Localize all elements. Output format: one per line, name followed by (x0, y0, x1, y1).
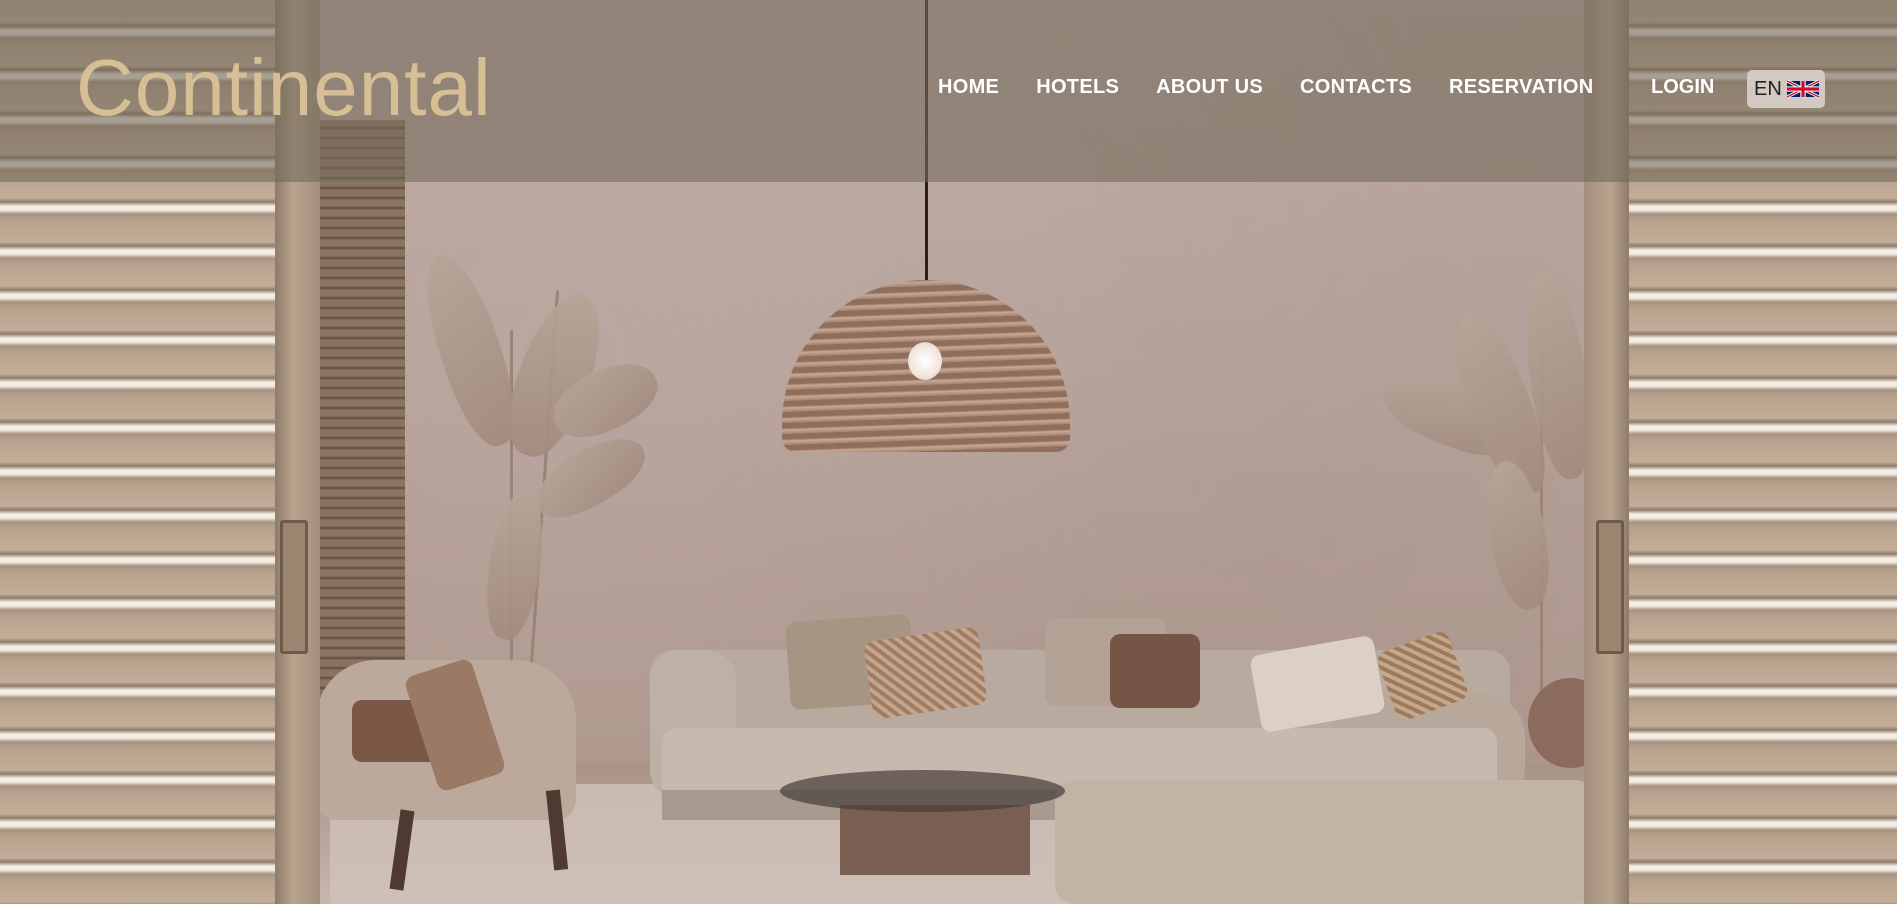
light-bulb (908, 342, 942, 380)
nav-item-reservation[interactable]: RESERVATION (1449, 76, 1593, 99)
uk-flag-icon (1786, 79, 1819, 99)
shutter-handle (1596, 520, 1624, 654)
header-bar: Continental HOME HOTELS ABOUT US CONTACT… (0, 0, 1897, 182)
nav-item-home[interactable]: HOME (938, 76, 999, 99)
coffee-table-base (840, 805, 1030, 875)
nav-item-about-us[interactable]: ABOUT US (1156, 76, 1263, 99)
login-link[interactable]: LOGIN (1651, 76, 1714, 99)
logo[interactable]: Continental (76, 48, 492, 128)
language-selector[interactable]: EN (1747, 70, 1825, 108)
sofa-pillow-houndstooth (863, 626, 988, 720)
background-shutter (315, 120, 405, 700)
ottoman (1055, 780, 1595, 904)
language-code: EN (1754, 77, 1782, 100)
nav-item-contacts[interactable]: CONTACTS (1300, 76, 1412, 99)
shutter-handle (280, 520, 308, 654)
sofa-pillow (1110, 634, 1200, 708)
main-nav: HOME HOTELS ABOUT US CONTACTS RESERVATIO… (938, 76, 1593, 99)
coffee-table-glass-top (780, 770, 1065, 812)
nav-item-hotels[interactable]: HOTELS (1036, 76, 1119, 99)
